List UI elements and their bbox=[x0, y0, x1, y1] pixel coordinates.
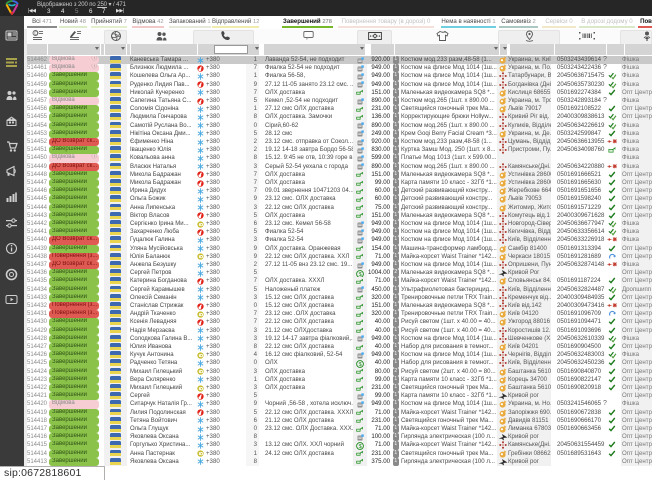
svg-text:D: D bbox=[34, 31, 38, 37]
